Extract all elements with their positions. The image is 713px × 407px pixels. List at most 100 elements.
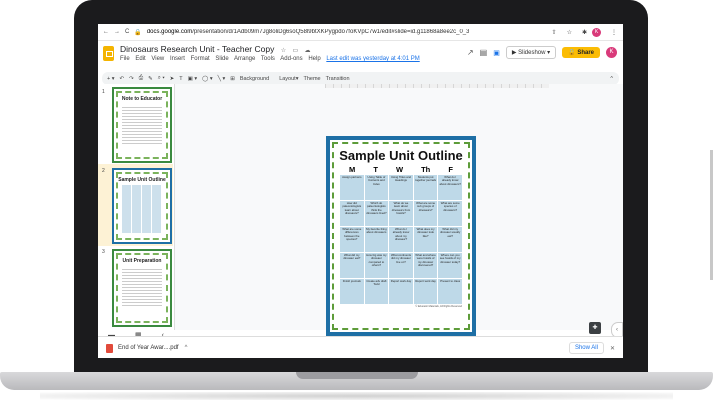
share-page-icon[interactable]: ⇧ <box>552 29 557 36</box>
menu-file[interactable]: File <box>120 56 130 62</box>
slide-thumbnail[interactable]: Unit Preparation <box>112 249 172 327</box>
meet-icon[interactable]: ▣ <box>493 49 500 57</box>
laptop-shadow <box>40 392 673 400</box>
outline-cell: Where can you see fossils of my dinosaur… <box>438 253 462 278</box>
paint-format-icon[interactable]: ✎ <box>148 76 153 82</box>
slide-number: 1 <box>102 89 105 95</box>
outline-cell: What continents did my dinosaur live on? <box>389 253 413 278</box>
textbox-icon[interactable]: T <box>179 76 182 82</box>
menu-insert[interactable]: Insert <box>170 56 185 62</box>
ruler <box>325 84 549 88</box>
thumb-title: Note to Educator <box>121 96 163 102</box>
outline-cell: What do we learn about dinosaurs from fo… <box>389 201 413 226</box>
menu-edit[interactable]: Edit <box>135 56 145 62</box>
thumb-border: Unit Preparation <box>116 253 168 323</box>
shape-icon[interactable]: ◯ ▾ <box>202 76 212 82</box>
comments-icon[interactable]: ▤ <box>480 48 488 57</box>
url-domain: docs.google.com <box>146 29 193 35</box>
outline-table: Assign partners Using Table of Contents … <box>340 175 462 304</box>
slide-thumbnail[interactable]: Sample Unit Outline <box>112 168 172 244</box>
profile-avatar[interactable]: K <box>592 27 601 37</box>
thumb-grid <box>122 185 162 233</box>
menu-kebab-icon[interactable]: ⋮ <box>611 29 617 36</box>
move-folder-icon[interactable]: ▭ <box>292 48 298 54</box>
print-icon[interactable]: ⎙ <box>139 75 143 82</box>
outline-cell: Report work day <box>389 279 413 304</box>
outline-cell: Report work day <box>413 279 438 304</box>
doc-header: Dinosaurs Research Unit - Teacher Copy ☆… <box>98 41 623 72</box>
outline-cell: Assign partners <box>340 175 364 200</box>
day-header: M <box>349 165 356 174</box>
zoom-icon[interactable]: ⌕ ▾ <box>158 75 165 82</box>
browser-actions: ⇧ ☆ ✱ K ⋮ <box>547 27 617 37</box>
share-button[interactable]: 🔒 Share <box>562 47 600 58</box>
explore-icon[interactable]: ✚ <box>589 322 601 334</box>
last-edit-link[interactable]: Last edit was yesterday at 4:01 PM <box>326 56 419 62</box>
thumb-border: Sample Unit Outline <box>116 172 168 240</box>
slide-title: Sample Unit Outline <box>339 148 463 163</box>
outline-cell: What are some species of dinosaurs? <box>438 201 462 226</box>
menu-addons[interactable]: Add-ons <box>280 56 302 62</box>
layout-label: Layout <box>279 75 296 82</box>
comment-add-icon[interactable]: ⊞ <box>230 76 235 82</box>
download-filename[interactable]: End of Year Awar....pdf <box>118 345 179 351</box>
outline-cell: What does my dinosaur look like? <box>413 227 438 252</box>
menu-format[interactable]: Format <box>191 56 210 62</box>
menu-help[interactable]: Help <box>308 56 320 62</box>
redo-icon[interactable]: ↷ <box>129 76 134 82</box>
chevron-up-icon[interactable]: ^ <box>185 345 188 351</box>
slide-thumbnail[interactable]: Note to Educator <box>112 87 172 163</box>
cloud-status-icon: ☁ <box>304 48 311 54</box>
day-header: F <box>448 165 453 174</box>
layout-button[interactable]: Layout▾ <box>274 76 298 82</box>
line-icon[interactable]: ╲ ▾ <box>218 76 226 82</box>
show-all-button[interactable]: Show All <box>568 342 604 354</box>
slide-inner-border: Sample Unit Outline M T W Th F Assign pa… <box>332 142 470 330</box>
bookmark-star-icon[interactable]: ☆ <box>567 29 572 36</box>
outline-cell: What are some sub groups of dinosaurs? <box>413 201 438 226</box>
menu-slide[interactable]: Slide <box>215 56 228 62</box>
pdf-file-icon <box>106 343 113 353</box>
new-slide-icon[interactable]: + ▾ <box>107 76 115 82</box>
activity-icon[interactable]: ↗ <box>467 48 474 57</box>
day-header: Th <box>421 165 431 174</box>
close-icon[interactable]: ✕ <box>610 345 615 352</box>
filmstrip: 1 Note to Educator 2 Sample Unit Outline… <box>98 84 175 339</box>
outline-cell: What and where were fossils of my dinosa… <box>413 253 438 278</box>
slideshow-button[interactable]: ▶ Slideshow ▾ <box>505 46 557 59</box>
thumb-text-lines <box>122 267 162 307</box>
outline-cell: What do I already know about my dinosaur… <box>389 227 413 252</box>
select-icon[interactable]: ➤ <box>170 76 175 82</box>
extensions-icon[interactable]: ✱ <box>582 29 587 36</box>
thumb-border: Note to Educator <box>116 91 168 159</box>
doc-title[interactable]: Dinosaurs Research Unit - Teacher Copy <box>120 44 274 54</box>
address-bar[interactable]: docs.google.com/presentation/d/1Adb09m7J… <box>147 29 470 35</box>
url-path: /presentation/d/1Adb09m7Jg8oliDg6soQ58l9… <box>192 29 470 35</box>
menu-view[interactable]: View <box>151 56 164 62</box>
star-icon[interactable]: ☆ <box>281 48 286 54</box>
slideshow-label: Slideshow <box>518 50 546 56</box>
undo-icon[interactable]: ↶ <box>120 76 125 82</box>
reload-icon[interactable]: C <box>125 29 129 35</box>
outline-cell: Finish journals <box>340 279 364 304</box>
user-avatar[interactable]: K <box>606 47 617 58</box>
menu-arrange[interactable]: Arrange <box>234 56 255 62</box>
day-headers: M T W Th F <box>340 165 462 174</box>
background-button[interactable]: Background <box>240 76 269 82</box>
slides-logo-icon[interactable] <box>103 46 114 61</box>
back-icon[interactable]: ← <box>103 29 109 35</box>
collapse-toolbar-icon[interactable]: ^ <box>610 76 613 82</box>
transition-button[interactable]: Transition <box>326 76 350 82</box>
outline-cell: What are some differences between the sp… <box>340 227 364 252</box>
outline-cell: How did paleontologists learn about dino… <box>340 201 364 226</box>
outline-cell: What do I already know about dinosaurs? <box>438 175 462 200</box>
download-bar: End of Year Awar....pdf ^ Show All ✕ <box>98 336 623 358</box>
thumb-title: Unit Preparation <box>122 258 162 264</box>
doc-title-wrap: Dinosaurs Research Unit - Teacher Copy ☆… <box>120 44 424 62</box>
image-icon[interactable]: ▣ ▾ <box>188 76 198 82</box>
theme-button[interactable]: Theme <box>303 76 320 82</box>
menu-tools[interactable]: Tools <box>261 56 275 62</box>
forward-icon[interactable]: → <box>114 29 120 35</box>
outline-cell: Students put together journals <box>413 175 438 200</box>
current-slide[interactable]: Sample Unit Outline M T W Th F Assign pa… <box>326 136 476 336</box>
